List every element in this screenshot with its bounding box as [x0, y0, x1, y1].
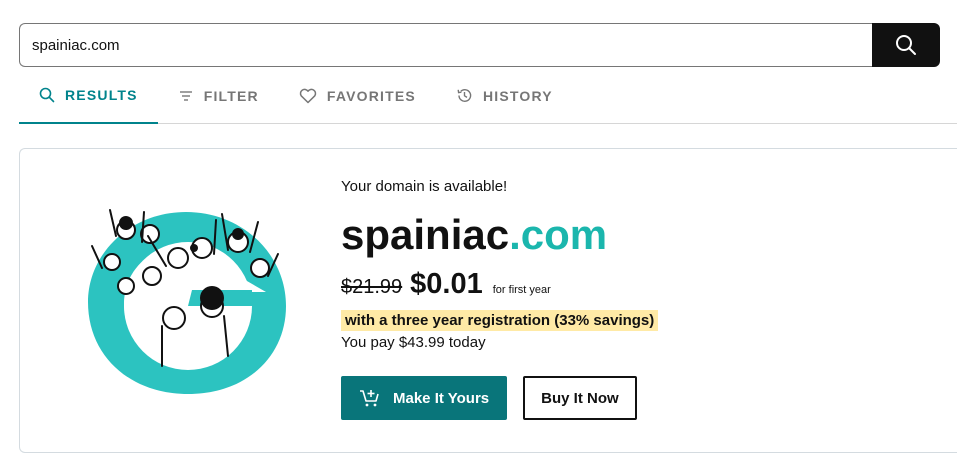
old-price: $21.99 [341, 276, 403, 298]
tab-history[interactable]: HISTORY [436, 68, 573, 123]
make-it-yours-label: Make It Yours [393, 389, 490, 407]
tab-label: HISTORY [482, 87, 553, 104]
domain-base: spainiac [341, 211, 510, 258]
search-bar [19, 23, 940, 67]
action-buttons: Make It Yours Buy It Now [341, 376, 941, 420]
tab-results[interactable]: RESULTS [19, 68, 158, 124]
savings-highlight: with a three year registration (33% savi… [341, 310, 659, 331]
tab-label: FILTER [203, 87, 259, 104]
domain-tld: .com [509, 211, 608, 258]
search-tabs: RESULTS FILTER FAVORITES HISTORY [19, 68, 957, 124]
you-pay-text: You pay $43.99 today [341, 334, 486, 351]
price-row: $21.99 $0.01 for first year [341, 268, 941, 301]
tab-label: RESULTS [65, 87, 138, 103]
search-input[interactable] [19, 23, 872, 67]
availability-text: Your domain is available! [341, 178, 508, 195]
tab-favorites[interactable]: FAVORITES [279, 68, 436, 123]
crowd-celebrating-illustration [82, 206, 290, 398]
tab-filter[interactable]: FILTER [158, 68, 279, 123]
domain-result-content: Your domain is available! spainiac.com $… [341, 178, 941, 420]
domain-name: spainiac.com [341, 212, 941, 258]
filter-icon [178, 88, 194, 104]
search-icon [39, 87, 55, 103]
cart-plus-icon [359, 388, 381, 408]
price-note: for first year [492, 284, 551, 296]
domain-result-card: Your domain is available! spainiac.com $… [19, 148, 957, 453]
tab-label: FAVORITES [326, 87, 416, 104]
search-button[interactable] [872, 23, 940, 67]
make-it-yours-button[interactable]: Make It Yours [341, 376, 508, 420]
search-icon [895, 34, 917, 56]
heart-icon [299, 88, 317, 104]
new-price: $0.01 [410, 268, 483, 300]
buy-it-now-button[interactable]: Buy It Now [523, 376, 637, 420]
history-icon [456, 87, 473, 104]
